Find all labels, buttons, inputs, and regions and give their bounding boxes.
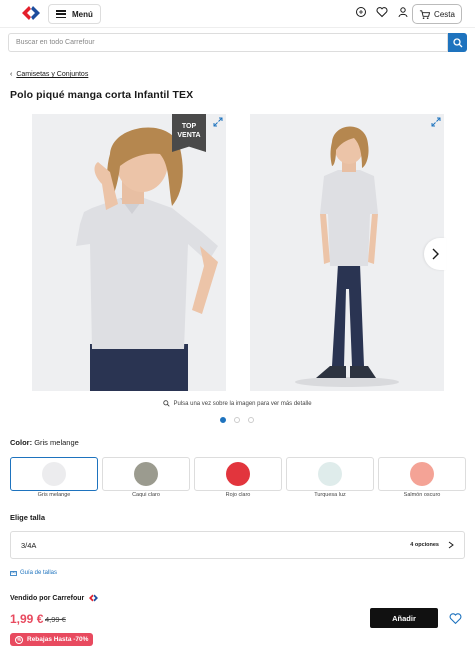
product-title: Polo piqué manga corta Infantil TEX — [10, 89, 194, 101]
ruler-icon — [10, 570, 17, 576]
color-swatch-rojo-claro[interactable] — [194, 457, 282, 491]
color-name: Caqui claro — [132, 492, 160, 498]
boy-portrait-image — [32, 114, 226, 391]
seller-info: Vendido por Carrefour — [10, 594, 99, 602]
search-input[interactable]: Buscar en todo Carrefour — [8, 33, 448, 52]
color-swatch-turquesa-luz[interactable] — [286, 457, 374, 491]
breadcrumb: ‹ Camisetas y Conjuntos — [10, 71, 88, 78]
carousel-dot[interactable] — [234, 417, 240, 423]
image-hint-text: Pulsa una vez sobre la imagen para ver m… — [173, 400, 312, 407]
search-icon — [452, 37, 462, 47]
size-label: Elige talla — [10, 513, 46, 522]
chat-icon[interactable] — [355, 6, 367, 18]
color-name: Gris melange — [37, 492, 71, 498]
chevron-right-icon — [432, 248, 439, 260]
promo-badge: % Rebajas Hasta -70% — [10, 633, 94, 646]
header-icons — [355, 6, 409, 18]
heart-icon[interactable] — [376, 6, 388, 18]
promo-text: Rebajas Hasta -70% — [27, 636, 89, 643]
chevron-left-icon: ‹ — [10, 71, 13, 78]
cart-button[interactable]: Cesta — [412, 4, 462, 24]
top-sale-badge: TOP VENTA — [172, 114, 206, 152]
carrefour-logo-small — [89, 594, 99, 602]
user-icon[interactable] — [397, 6, 409, 18]
boy-full-body-image — [250, 114, 444, 391]
color-name: Salmón oscuro — [403, 492, 441, 498]
size-select[interactable]: 3/4A 4 opciones — [10, 531, 465, 559]
color-selected-value: Gris melange — [34, 438, 79, 447]
color-swatch-gris-melange[interactable] — [10, 457, 98, 491]
color-circle — [134, 462, 158, 486]
old-price: 4,99 € — [45, 615, 66, 624]
chevron-right-icon — [448, 541, 454, 549]
image-hint: Pulsa una vez sobre la imagen para ver m… — [0, 400, 475, 407]
product-image-2[interactable] — [250, 114, 444, 391]
color-circle — [410, 462, 434, 486]
search-button[interactable] — [448, 33, 467, 52]
size-options-count: 4 opciones — [410, 542, 439, 548]
expand-icon[interactable] — [431, 117, 441, 127]
product-image-1[interactable]: TOP VENTA — [32, 114, 226, 391]
menu-button[interactable]: Menú — [48, 4, 101, 24]
color-circle — [226, 462, 250, 486]
size-guide-text: Guía de tallas — [20, 570, 58, 576]
cart-label: Cesta — [434, 9, 455, 19]
breadcrumb-link[interactable]: Camisetas y Conjuntos — [16, 71, 88, 78]
color-label-title: Color: — [10, 438, 33, 447]
color-swatches — [10, 457, 466, 491]
badge-line-1: TOP — [181, 123, 197, 130]
color-names: Gris melange Caqui claro Rojo claro Turq… — [10, 492, 466, 498]
percent-icon: % — [15, 635, 23, 644]
color-name: Rojo claro — [225, 492, 251, 498]
carousel-dot[interactable] — [220, 417, 226, 423]
favorite-heart-icon[interactable] — [449, 612, 462, 625]
seller-text: Vendido por Carrefour — [10, 594, 85, 602]
zoom-icon — [163, 400, 171, 407]
hamburger-icon — [56, 10, 66, 18]
menu-label: Menú — [72, 9, 93, 19]
size-guide-link[interactable]: Guía de tallas — [10, 570, 57, 576]
cart-icon — [419, 9, 431, 19]
color-swatch-caqui-claro[interactable] — [102, 457, 190, 491]
color-circle — [42, 462, 66, 486]
color-circle — [318, 462, 342, 486]
current-price: 1,99 € — [10, 612, 44, 626]
expand-icon[interactable] — [213, 117, 223, 127]
carrefour-logo[interactable] — [20, 5, 42, 21]
color-label: Color: Gris melange — [10, 438, 79, 447]
color-swatch-salmon-oscuro[interactable] — [378, 457, 466, 491]
carousel-dots — [220, 417, 254, 423]
badge-line-2: VENTA — [177, 132, 201, 139]
carousel-dot[interactable] — [248, 417, 254, 423]
add-to-cart-button[interactable]: Añadir — [370, 608, 438, 628]
color-name: Turquesa luz — [314, 492, 346, 498]
top-bar: Menú Cesta — [0, 0, 475, 28]
size-value: 3/4A — [21, 540, 37, 550]
